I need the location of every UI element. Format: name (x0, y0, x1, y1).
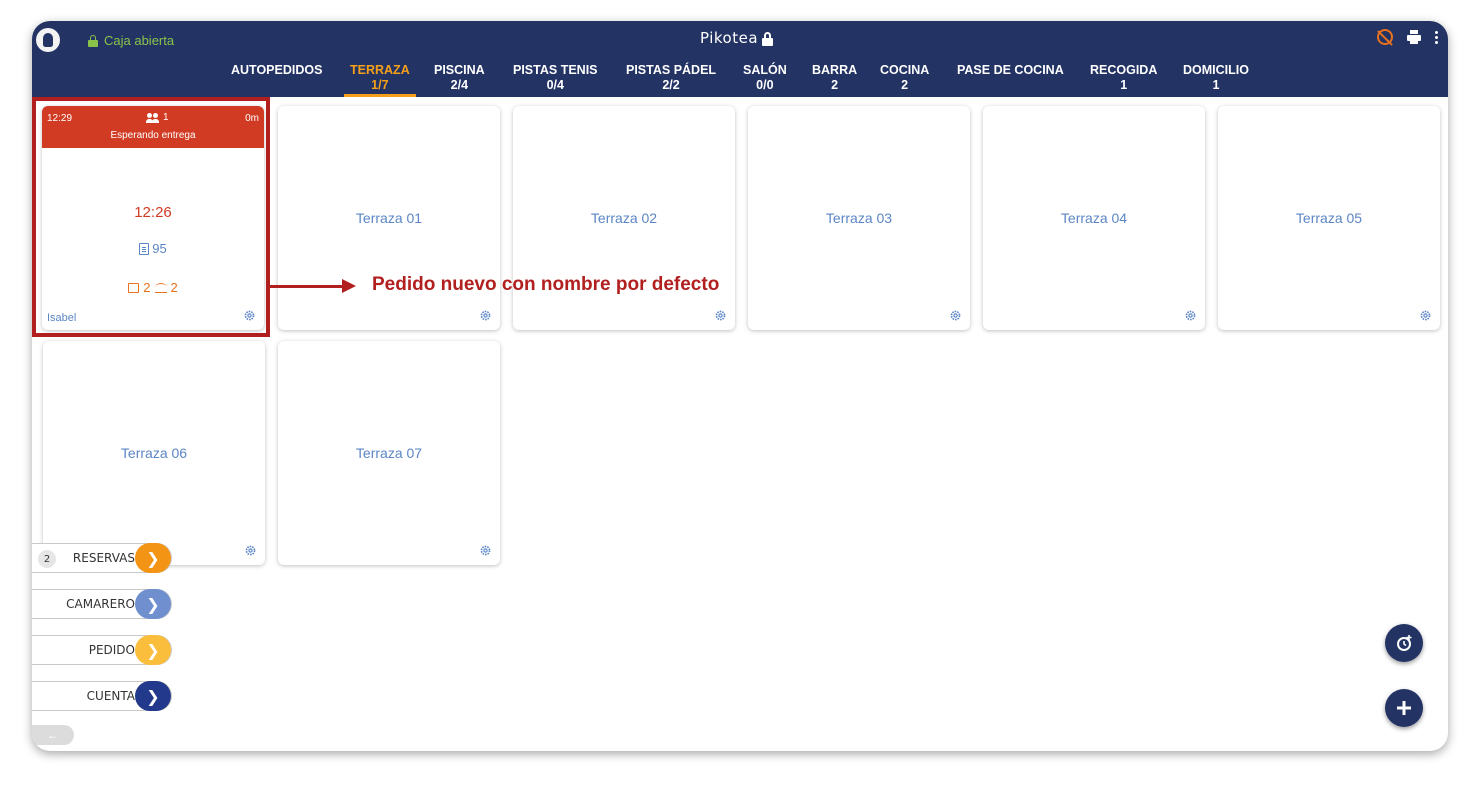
pedido-button[interactable]: PEDIDO ❯ (32, 635, 172, 665)
camarero-button[interactable]: CAMARERO ❯ (32, 589, 172, 619)
chevron-right-icon: ❯ (135, 589, 171, 619)
receipt-icon (139, 242, 150, 255)
table-name: Terraza 03 (825, 210, 893, 226)
table-name: Terraza 04 (1060, 210, 1128, 226)
waiter-name: Isabel (47, 312, 77, 324)
order-minutes: 0m (245, 113, 259, 124)
clock-plus-icon (1397, 635, 1412, 651)
brand-logo: Pikotea (700, 29, 774, 47)
annotation-arrow (270, 285, 342, 288)
tab-terraza[interactable]: TERRAZA 1/7 (344, 63, 416, 97)
table-name: Terraza 06 (120, 445, 188, 461)
tab-pistas-padel[interactable]: PISTAS PÁDEL 2/2 (626, 63, 716, 97)
app-logo-icon[interactable] (36, 28, 60, 52)
chevron-right-icon: ❯ (135, 681, 171, 711)
gear-icon[interactable] (479, 309, 492, 322)
tab-barra[interactable]: BARRA 2 (812, 63, 857, 97)
reservas-badge: 2 (38, 550, 56, 568)
zone-tabs: AUTOPEDIDOS TERRAZA 1/7 PISCINA 2/4 PISTAS… (32, 63, 1448, 97)
gear-icon[interactable] (479, 544, 492, 557)
back-arrow-icon[interactable]: ← (32, 725, 74, 745)
table-name: Terraza 05 (1295, 210, 1363, 226)
unlock-icon (88, 34, 98, 47)
table-name: Terraza 07 (355, 445, 423, 461)
annotation-text: Pedido nuevo con nombre por defecto (372, 274, 720, 295)
table-card[interactable]: Terraza 01 (278, 106, 500, 330)
annotation-arrow-head (342, 279, 356, 293)
more-menu-icon[interactable] (1435, 30, 1438, 44)
chevron-right-icon: ❯ (135, 543, 171, 573)
camarero-label: CAMARERO (66, 597, 135, 611)
table-name: Terraza 01 (355, 210, 423, 226)
order-status: Esperando entrega (110, 130, 196, 141)
tab-salon[interactable]: SALÓN 0/0 (743, 63, 787, 97)
order-elapsed-time: 12:29 (47, 113, 73, 124)
cuenta-label: CUENTA (86, 689, 135, 703)
timer-off-icon[interactable] (1377, 29, 1393, 45)
gear-icon[interactable] (244, 544, 257, 557)
tab-pase-de-cocina[interactable]: PASE DE COCINA (957, 63, 1064, 97)
table-card[interactable]: Terraza 03 (748, 106, 970, 330)
top-actions (1377, 29, 1438, 45)
chevron-right-icon: ❯ (135, 635, 171, 665)
plus-icon (1397, 701, 1411, 715)
guest-count: 1 (146, 112, 169, 123)
people-icon (146, 112, 160, 123)
gear-icon[interactable] (243, 309, 256, 322)
tab-cocina[interactable]: COCINA 2 (880, 63, 929, 97)
reservas-label: RESERVAS (72, 551, 135, 565)
top-bar: Caja abierta Pikotea AUTOPEDIDOS TERRAZA… (32, 21, 1448, 97)
table-card[interactable]: Terraza 06 (43, 341, 265, 565)
order-card[interactable]: 12:29 1 0m Esperando entrega 12:26 95 2 … (42, 106, 264, 330)
tab-pistas-tenis[interactable]: PISTAS TENIS 0/4 (513, 63, 598, 97)
table-name: Terraza 02 (590, 210, 658, 226)
pedido-label: PEDIDO (88, 643, 135, 657)
printer-icon[interactable] (1407, 30, 1421, 44)
cash-status[interactable]: Caja abierta (88, 33, 174, 48)
tab-autopedidos[interactable]: AUTOPEDIDOS (231, 63, 322, 97)
table-card[interactable]: Terraza 02 (513, 106, 735, 330)
add-timer-button[interactable] (1385, 624, 1423, 662)
tab-recogida[interactable]: RECOGIDA 1 (1090, 63, 1157, 97)
gear-icon[interactable] (1184, 309, 1197, 322)
lock-icon (762, 31, 774, 46)
tab-domicilio[interactable]: DOMICILIO 1 (1183, 63, 1249, 97)
app-window: Caja abierta Pikotea AUTOPEDIDOS TERRAZA… (32, 21, 1448, 751)
order-item-counts: 2 2 (42, 280, 264, 295)
reservas-button[interactable]: 2 RESERVAS ❯ (32, 543, 172, 573)
cash-status-label: Caja abierta (104, 33, 175, 48)
add-button[interactable] (1385, 689, 1423, 727)
bag-icon (128, 282, 140, 293)
order-time: 12:26 (134, 204, 172, 221)
tab-piscina[interactable]: PISCINA 2/4 (434, 63, 485, 97)
dish-icon (154, 282, 167, 293)
gear-icon[interactable] (949, 309, 962, 322)
gear-icon[interactable] (1419, 309, 1432, 322)
table-card[interactable]: Terraza 05 (1218, 106, 1440, 330)
cuenta-button[interactable]: CUENTA ❯ (32, 681, 172, 711)
order-card-header: 12:29 1 0m Esperando entrega (42, 106, 264, 148)
order-number: 95 (42, 241, 264, 256)
table-card[interactable]: Terraza 04 (983, 106, 1205, 330)
gear-icon[interactable] (714, 309, 727, 322)
table-card[interactable]: Terraza 07 (278, 341, 500, 565)
